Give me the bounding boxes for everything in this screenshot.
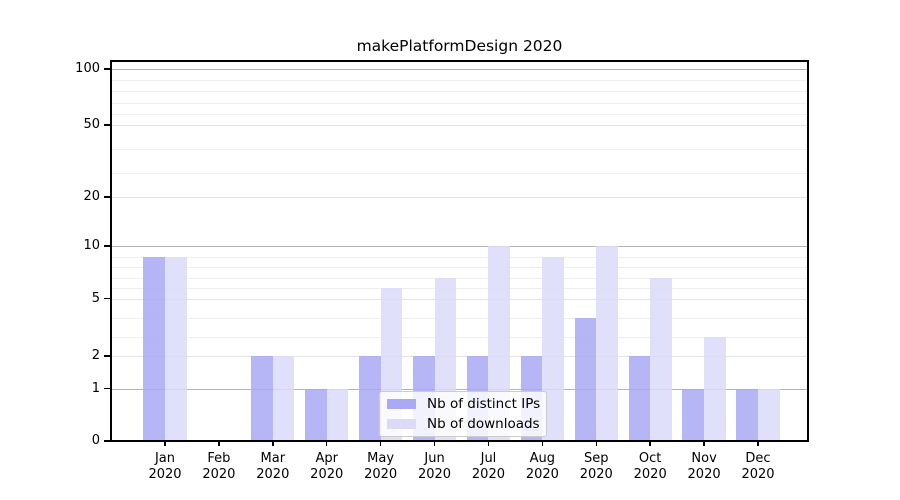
- x-tick-label-dec: Dec2020: [726, 451, 790, 483]
- y-tick-5: [104, 298, 110, 299]
- gridline-7: [111, 278, 808, 279]
- y-tick-1: [104, 388, 110, 389]
- bar-dec-distinct-ips: [736, 389, 758, 442]
- legend-swatch-distinct-ips-icon: [387, 399, 416, 409]
- bar-mar-distinct-ips: [251, 356, 273, 442]
- bar-nov-downloads: [704, 337, 726, 442]
- gridline-100: [111, 69, 808, 70]
- gridline-8: [111, 267, 808, 268]
- top-spine: [110, 60, 809, 62]
- right-spine: [807, 60, 809, 442]
- gridline-4: [111, 318, 808, 319]
- gridline-20: [111, 197, 808, 198]
- bar-dec-downloads: [758, 389, 780, 442]
- bar-sep-downloads: [596, 246, 618, 442]
- legend: Nb of distinct IPs Nb of downloads: [379, 391, 547, 437]
- y-tick-label-0: 0: [58, 433, 100, 449]
- x-tick-mar: [272, 441, 273, 446]
- x-tick-sep: [596, 441, 597, 446]
- y-tick-100: [104, 68, 110, 69]
- y-tick-label-5: 5: [58, 291, 100, 307]
- x-tick-jun: [434, 441, 435, 446]
- gridline-90: [111, 80, 808, 81]
- bar-may-distinct-ips: [359, 356, 381, 442]
- gridline-40: [111, 149, 808, 150]
- y-tick-label-100: 100: [58, 61, 100, 77]
- gridline-6: [111, 288, 808, 289]
- gridline-9: [111, 257, 808, 258]
- bar-mar-downloads: [273, 356, 295, 442]
- gridline-70: [111, 103, 808, 104]
- y-tick-10: [104, 245, 110, 246]
- y-tick-label-20: 20: [58, 189, 100, 205]
- bar-apr-downloads: [327, 389, 349, 442]
- bar-nov-distinct-ips: [682, 389, 704, 442]
- gridline-30: [111, 173, 808, 174]
- x-tick-aug: [542, 441, 543, 446]
- x-tick-oct: [649, 441, 650, 446]
- y-tick-label-2: 2: [58, 348, 100, 364]
- bar-oct-distinct-ips: [629, 356, 651, 442]
- left-spine: [110, 60, 112, 442]
- bar-jan-downloads: [165, 257, 187, 442]
- x-tick-dec: [757, 441, 758, 446]
- gridline-50: [111, 125, 808, 126]
- gridline-5: [111, 299, 808, 300]
- y-tick-label-10: 10: [58, 238, 100, 254]
- y-tick-50: [104, 124, 110, 125]
- legend-item-downloads: Nb of downloads: [387, 416, 538, 432]
- x-tick-apr: [326, 441, 327, 446]
- legend-label-downloads: Nb of downloads: [427, 416, 540, 432]
- y-tick-label-1: 1: [58, 381, 100, 397]
- y-tick-label-50: 50: [58, 117, 100, 133]
- figure: makePlatformDesign 2020 Nb of distinct I…: [0, 0, 900, 500]
- gridline-10: [111, 246, 808, 247]
- bar-sep-distinct-ips: [575, 318, 597, 442]
- x-tick-jan: [164, 441, 165, 446]
- bar-oct-downloads: [650, 278, 672, 442]
- plot-area: Nb of distinct IPs Nb of downloads: [111, 60, 808, 441]
- x-tick-nov: [703, 441, 704, 446]
- x-tick-feb: [218, 441, 219, 446]
- legend-swatch-downloads-icon: [387, 419, 416, 429]
- chart-title: makePlatformDesign 2020: [111, 35, 808, 57]
- bar-apr-distinct-ips: [305, 389, 327, 442]
- x-tick-jul: [488, 441, 489, 446]
- bar-jan-distinct-ips: [143, 257, 165, 442]
- legend-label-distinct-ips: Nb of distinct IPs: [427, 396, 540, 412]
- y-tick-0: [104, 440, 110, 441]
- y-tick-2: [104, 355, 110, 356]
- gridline-60: [111, 114, 808, 115]
- x-tick-may: [380, 441, 381, 446]
- y-tick-20: [104, 196, 110, 197]
- legend-item-distinct-ips: Nb of distinct IPs: [387, 396, 538, 412]
- gridline-80: [111, 91, 808, 92]
